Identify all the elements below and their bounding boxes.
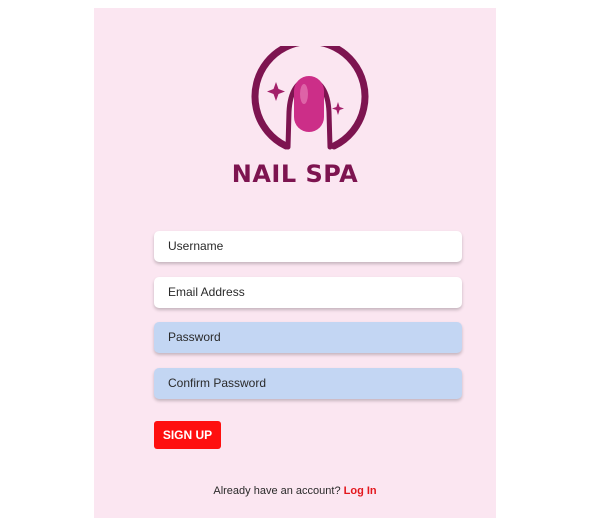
password-input[interactable]: Password xyxy=(154,322,462,353)
signup-card: NAIL SPA Username Email Address Password… xyxy=(94,8,496,518)
username-input[interactable]: Username xyxy=(154,231,462,262)
email-input[interactable]: Email Address xyxy=(154,277,462,308)
login-prompt-text: Already have an account? xyxy=(213,485,341,497)
nail-hand-icon xyxy=(251,46,369,150)
confirm-password-input[interactable]: Confirm Password xyxy=(154,368,462,399)
login-link[interactable]: Log In xyxy=(344,485,377,497)
brand-name: NAIL SPA xyxy=(231,160,359,188)
signup-button[interactable]: SIGN UP xyxy=(154,421,221,449)
login-prompt: Already have an account? Log In xyxy=(94,485,496,497)
